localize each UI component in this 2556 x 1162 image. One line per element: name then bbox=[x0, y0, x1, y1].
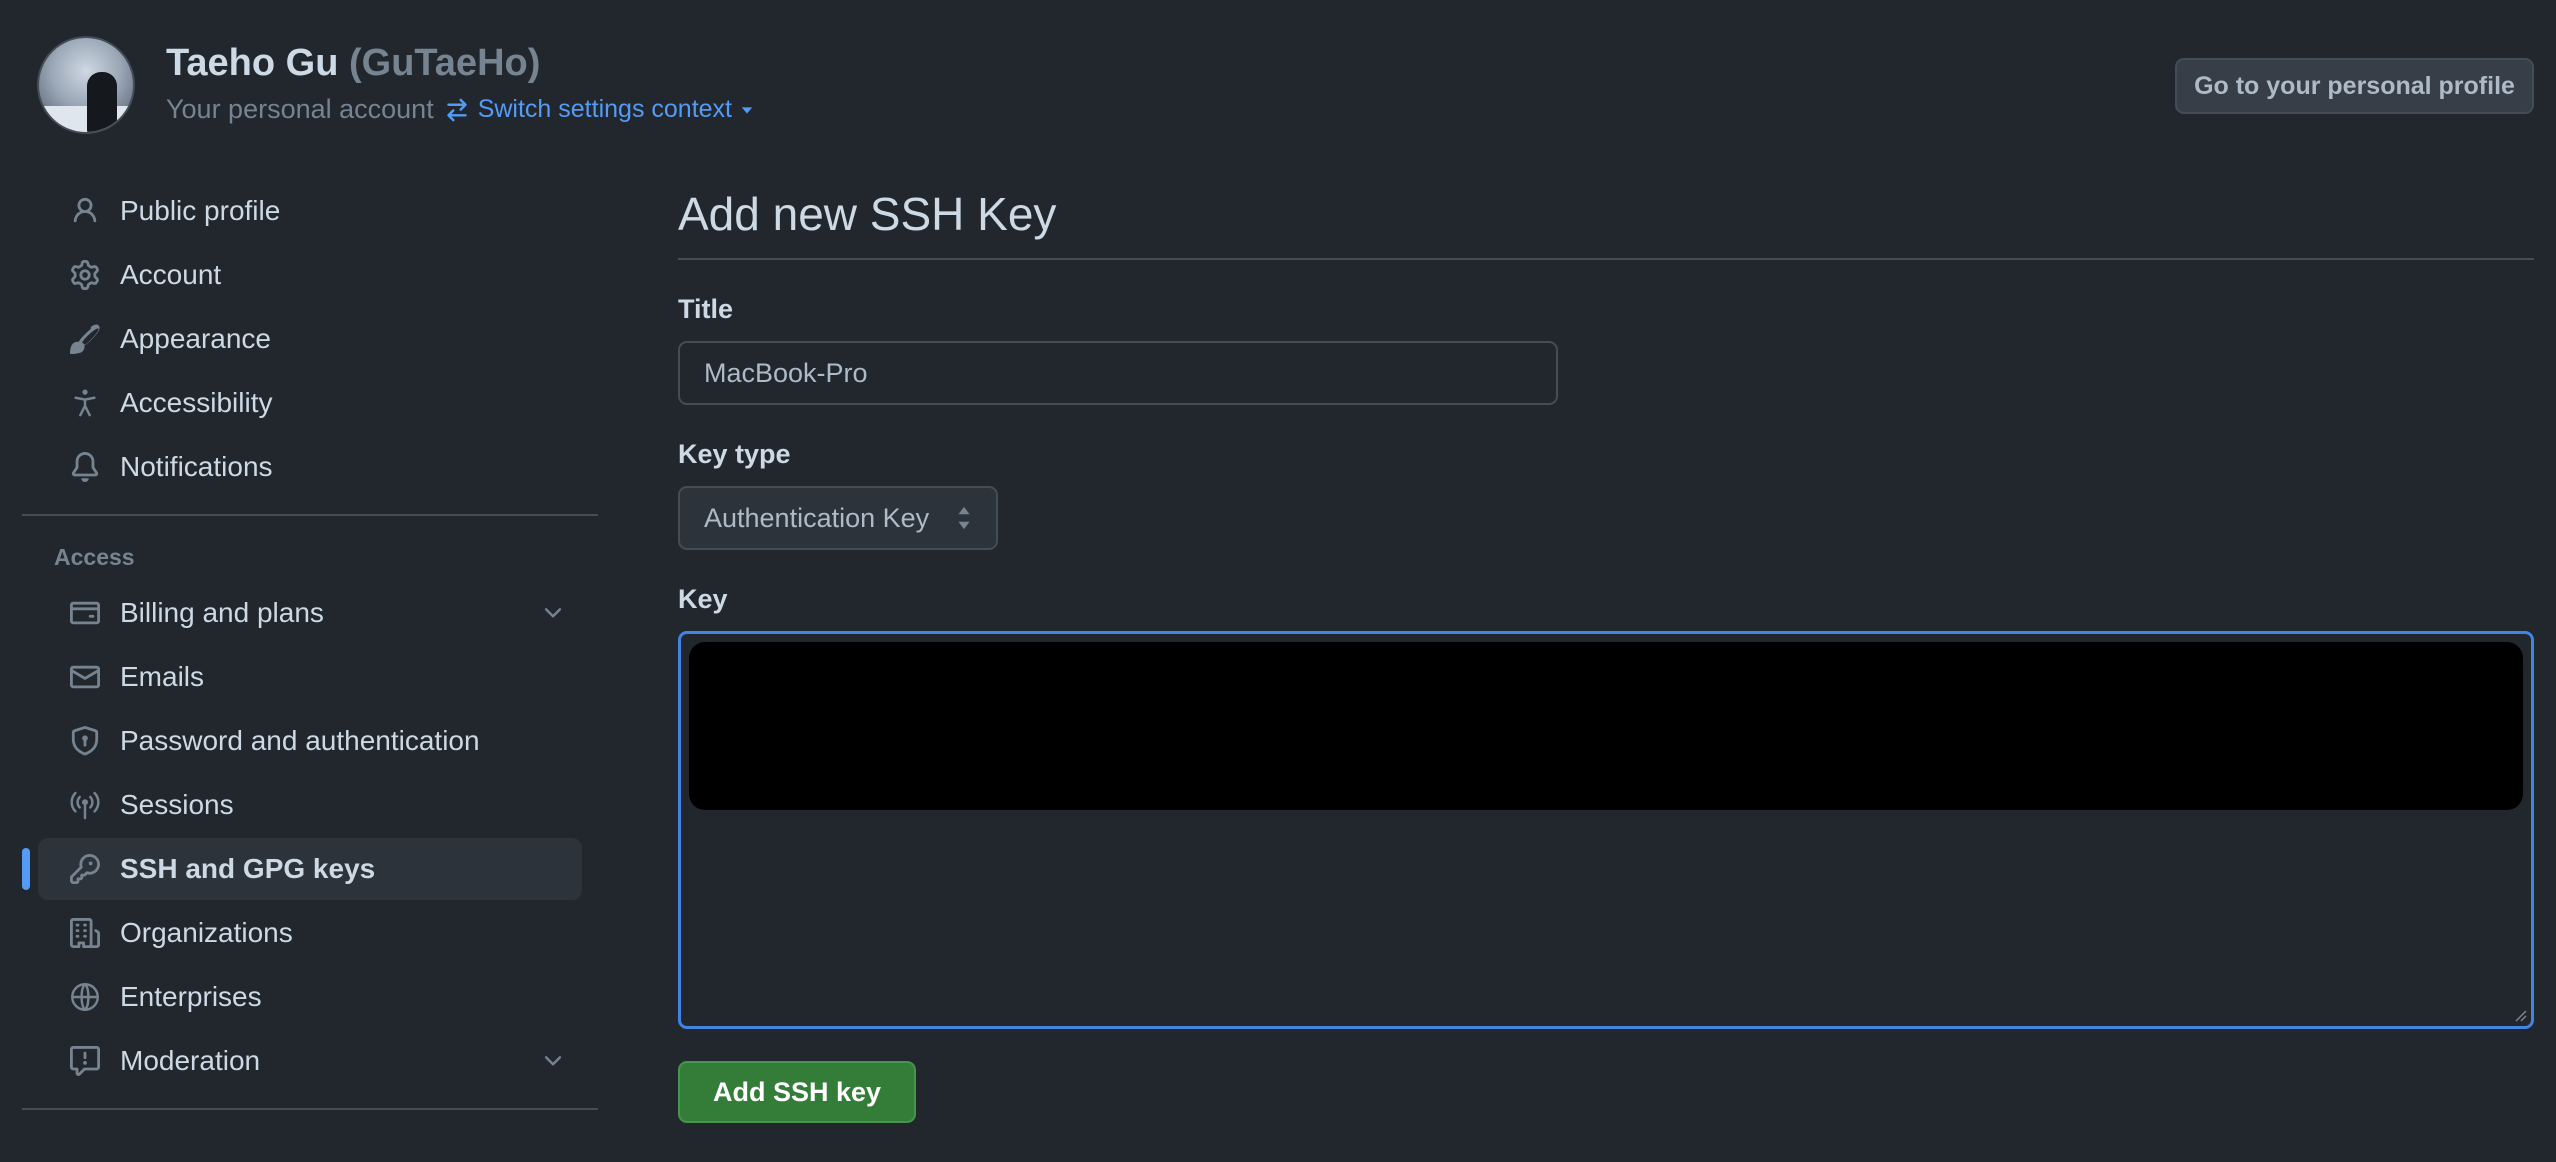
sidebar-item-emails[interactable]: Emails bbox=[38, 646, 582, 708]
avatar-figure bbox=[87, 72, 117, 132]
account-subtitle: Your personal account Switch settings co… bbox=[166, 94, 754, 125]
globe-icon bbox=[68, 980, 102, 1014]
title-input[interactable]: MacBook-Pro bbox=[678, 341, 1558, 405]
key-type-select[interactable]: Authentication Key bbox=[678, 486, 998, 550]
sidebar-item-enterprises[interactable]: Enterprises bbox=[38, 966, 582, 1028]
arrow-switch-icon bbox=[446, 98, 467, 121]
sidebar-item-label: Enterprises bbox=[120, 981, 262, 1012]
sidebar-item-accessibility[interactable]: Accessibility bbox=[38, 372, 582, 434]
sidebar-item-label: Accessibility bbox=[120, 387, 273, 418]
sidebar-item-label: SSH and GPG keys bbox=[120, 853, 376, 884]
account-type-label: Your personal account bbox=[166, 94, 434, 124]
key-type-label: Key type bbox=[678, 439, 791, 469]
sidebar-item-sessions[interactable]: Sessions bbox=[38, 774, 582, 836]
sidebar-item-label: Organizations bbox=[120, 917, 293, 948]
switch-context-label: Switch settings context bbox=[477, 95, 732, 123]
sidebar-item-public-profile[interactable]: Public profile bbox=[38, 180, 582, 242]
sidebar-item-password[interactable]: Password and authentication bbox=[38, 710, 582, 772]
gear-icon bbox=[68, 258, 102, 292]
credit-card-icon bbox=[68, 596, 102, 630]
sidebar-item-organizations[interactable]: Organizations bbox=[38, 902, 582, 964]
sidebar-item-label: Appearance bbox=[120, 323, 272, 354]
person-icon bbox=[68, 194, 102, 228]
resize-handle-icon[interactable] bbox=[2511, 1006, 2527, 1022]
display-name: Taeho Gu bbox=[166, 42, 339, 84]
redacted-key-content bbox=[689, 642, 2523, 810]
organization-icon bbox=[68, 916, 102, 950]
title-field-label: Title bbox=[678, 294, 734, 324]
switch-context-link[interactable]: Switch settings context bbox=[444, 95, 754, 124]
report-icon bbox=[68, 1044, 102, 1078]
key-icon bbox=[68, 852, 102, 886]
sidebar-item-label: Emails bbox=[120, 661, 205, 692]
sidebar-divider bbox=[22, 1108, 598, 1110]
sidebar-item-label: Sessions bbox=[120, 789, 234, 820]
sidebar-item-moderation[interactable]: Moderation bbox=[38, 1030, 582, 1092]
chevron-down-icon[interactable] bbox=[540, 1048, 566, 1074]
sidebar-item-label: Account bbox=[120, 259, 222, 290]
avatar[interactable] bbox=[37, 36, 135, 134]
sidebar-item-label: Billing and plans bbox=[120, 597, 324, 628]
go-to-profile-button[interactable]: Go to your personal profile bbox=[2175, 58, 2534, 114]
settings-header: Taeho Gu (GuTaeHo) Your personal account… bbox=[0, 0, 2556, 150]
sidebar-section-access: Access bbox=[54, 543, 135, 570]
login-name: (GuTaeHo) bbox=[348, 42, 541, 84]
key-textarea[interactable] bbox=[678, 631, 2534, 1029]
key-type-value: Authentication Key bbox=[704, 502, 930, 533]
bell-icon bbox=[68, 450, 102, 484]
sidebar-item-billing[interactable]: Billing and plans bbox=[38, 582, 582, 644]
main-content: Add new SSH Key Title MacBook-Pro Key ty… bbox=[678, 180, 2534, 1123]
select-arrows-icon bbox=[958, 506, 970, 530]
chevron-down-icon[interactable] bbox=[540, 600, 566, 626]
avatar-ground bbox=[39, 106, 133, 132]
account-name: Taeho Gu (GuTaeHo) bbox=[166, 42, 540, 85]
title-input-value: MacBook-Pro bbox=[704, 357, 868, 388]
add-ssh-key-button[interactable]: Add SSH key bbox=[678, 1061, 916, 1123]
shield-icon bbox=[68, 724, 102, 758]
key-field-label: Key bbox=[678, 584, 728, 614]
paintbrush-icon bbox=[68, 322, 102, 356]
sidebar-item-appearance[interactable]: Appearance bbox=[38, 308, 582, 370]
sidebar-divider bbox=[22, 514, 598, 516]
sidebar-item-account[interactable]: Account bbox=[38, 244, 582, 306]
sidebar-item-label: Password and authentication bbox=[120, 725, 480, 756]
settings-sidebar: Public profile Account Appearance Access… bbox=[22, 180, 598, 1126]
broadcast-icon bbox=[68, 788, 102, 822]
accessibility-icon bbox=[68, 386, 102, 420]
sidebar-item-ssh-gpg-keys[interactable]: SSH and GPG keys bbox=[22, 838, 582, 900]
sidebar-item-notifications[interactable]: Notifications bbox=[38, 436, 582, 498]
page-title: Add new SSH Key bbox=[678, 180, 2534, 260]
sidebar-item-label: Public profile bbox=[120, 195, 281, 226]
caret-down-icon bbox=[741, 106, 753, 113]
sidebar-item-label: Notifications bbox=[120, 451, 273, 482]
mail-icon bbox=[68, 660, 102, 694]
sidebar-item-label: Moderation bbox=[120, 1045, 261, 1076]
